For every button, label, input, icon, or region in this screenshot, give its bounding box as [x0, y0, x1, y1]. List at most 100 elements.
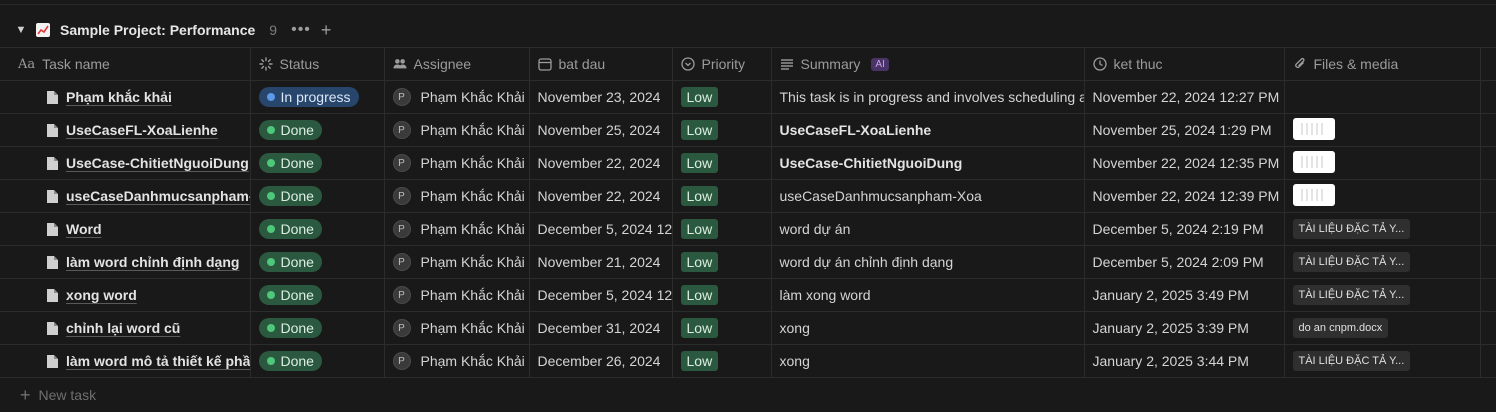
- assignee-cell[interactable]: P Phạm Khắc Khải: [384, 113, 530, 147]
- file-chip[interactable]: do an cnpm.docx: [1292, 318, 1389, 338]
- end-date-cell[interactable]: November 22, 2024 12:35 PM: [1084, 146, 1285, 180]
- files-cell[interactable]: TÀI LIỆU ĐẶC TẢ Y...: [1284, 212, 1481, 246]
- status-badge[interactable]: Done: [258, 252, 322, 272]
- column-header-bat-dau[interactable]: bat dau: [529, 47, 673, 81]
- end-date-cell[interactable]: November 22, 2024 12:27 PM: [1084, 80, 1285, 114]
- start-date-cell[interactable]: November 22, 2024: [529, 146, 673, 180]
- new-task-button[interactable]: + New task: [20, 386, 96, 404]
- start-date-cell[interactable]: November 23, 2024: [529, 80, 673, 114]
- task-name-cell[interactable]: Phạm khắc khải: [0, 80, 251, 114]
- status-cell[interactable]: Done: [250, 179, 385, 213]
- table-row[interactable]: useCaseDanhmucsanpham-X Done P Phạm Khắc Kh…: [0, 179, 1496, 213]
- task-name-cell[interactable]: Word: [0, 212, 251, 246]
- files-cell[interactable]: [1284, 179, 1481, 213]
- files-cell[interactable]: TÀI LIỆU ĐẶC TẢ Y...: [1284, 245, 1481, 279]
- summary-cell[interactable]: word dự án: [771, 212, 1085, 246]
- start-date-cell[interactable]: December 5, 2024 12:0: [529, 212, 673, 246]
- status-badge[interactable]: Done: [258, 285, 322, 305]
- task-name[interactable]: useCaseDanhmucsanpham-X: [66, 188, 249, 204]
- status-cell[interactable]: In progress: [250, 80, 385, 114]
- status-badge[interactable]: In progress: [258, 87, 359, 107]
- file-thumbnail[interactable]: [1292, 117, 1335, 140]
- table-row[interactable]: chỉnh lại word cũ Done P Phạm Khắc Khải Dece…: [0, 311, 1496, 345]
- summary-cell[interactable]: UseCaseFL-XoaLienhe: [771, 113, 1085, 147]
- status-cell[interactable]: Done: [250, 212, 385, 246]
- summary-cell[interactable]: làm xong word: [771, 278, 1085, 312]
- end-date-cell[interactable]: November 25, 2024 1:29 PM: [1084, 113, 1285, 147]
- task-name-cell[interactable]: làm word mô tả thiết kế phần: [0, 344, 251, 378]
- table-row[interactable]: UseCase-ChitietNguoiDung Done P Phạm Khắc K…: [0, 146, 1496, 180]
- summary-cell[interactable]: This task is in progress and involves sc…: [771, 80, 1085, 114]
- priority-cell[interactable]: Low: [672, 113, 772, 147]
- status-badge[interactable]: Done: [258, 318, 322, 338]
- file-chip[interactable]: TÀI LIỆU ĐẶC TẢ Y...: [1292, 252, 1411, 272]
- table-row[interactable]: làm word mô tả thiết kế phần Done P Phạm Kh…: [0, 344, 1496, 378]
- files-cell[interactable]: TÀI LIỆU ĐẶC TẢ Y...: [1284, 344, 1481, 378]
- end-date-cell[interactable]: January 2, 2025 3:39 PM: [1084, 311, 1285, 345]
- end-date-cell[interactable]: November 22, 2024 12:39 PM: [1084, 179, 1285, 213]
- assignee-cell[interactable]: P Phạm Khắc Khải: [384, 245, 530, 279]
- priority-cell[interactable]: Low: [672, 80, 772, 114]
- priority-cell[interactable]: Low: [672, 146, 772, 180]
- assignee-cell[interactable]: P Phạm Khắc Khải: [384, 179, 530, 213]
- column-header-ket-thuc[interactable]: ket thuc: [1084, 47, 1285, 81]
- task-name-cell[interactable]: UseCase-ChitietNguoiDung: [0, 146, 251, 180]
- status-cell[interactable]: Done: [250, 113, 385, 147]
- task-name[interactable]: UseCase-ChitietNguoiDung: [66, 155, 249, 171]
- end-date-cell[interactable]: January 2, 2025 3:49 PM: [1084, 278, 1285, 312]
- status-cell[interactable]: Done: [250, 311, 385, 345]
- file-chip[interactable]: TÀI LIỆU ĐẶC TẢ Y...: [1292, 351, 1411, 371]
- files-cell[interactable]: TÀI LIỆU ĐẶC TẢ Y...: [1284, 278, 1481, 312]
- file-chip[interactable]: TÀI LIỆU ĐẶC TẢ Y...: [1292, 219, 1411, 239]
- column-header-status[interactable]: Status: [250, 47, 385, 81]
- assignee-cell[interactable]: P Phạm Khắc Khải: [384, 344, 530, 378]
- start-date-cell[interactable]: December 26, 2024: [529, 344, 673, 378]
- task-name-cell[interactable]: làm word chỉnh định dạng: [0, 245, 251, 279]
- group-title[interactable]: Sample Project: Performance: [60, 22, 255, 38]
- column-header-assignee[interactable]: Assignee: [384, 47, 530, 81]
- status-badge[interactable]: Done: [258, 153, 322, 173]
- summary-cell[interactable]: word dự án chỉnh định dạng: [771, 245, 1085, 279]
- summary-cell[interactable]: xong: [771, 344, 1085, 378]
- column-header-priority[interactable]: Priority: [672, 47, 772, 81]
- file-thumbnail[interactable]: [1292, 150, 1335, 173]
- task-name[interactable]: làm word chỉnh định dạng: [66, 254, 239, 270]
- priority-cell[interactable]: Low: [672, 278, 772, 312]
- assignee-cell[interactable]: P Phạm Khắc Khải: [384, 311, 530, 345]
- add-icon[interactable]: +: [321, 21, 332, 39]
- status-badge[interactable]: Done: [258, 186, 322, 206]
- end-date-cell[interactable]: December 5, 2024 2:09 PM: [1084, 245, 1285, 279]
- start-date-cell[interactable]: December 31, 2024: [529, 311, 673, 345]
- assignee-cell[interactable]: P Phạm Khắc Khải: [384, 212, 530, 246]
- file-chip[interactable]: TÀI LIỆU ĐẶC TẢ Y...: [1292, 285, 1411, 305]
- start-date-cell[interactable]: December 5, 2024 12:0: [529, 278, 673, 312]
- task-name-cell[interactable]: UseCaseFL-XoaLienhe: [0, 113, 251, 147]
- status-badge[interactable]: Done: [258, 120, 322, 140]
- start-date-cell[interactable]: November 21, 2024: [529, 245, 673, 279]
- task-name[interactable]: Word: [66, 221, 102, 237]
- start-date-cell[interactable]: November 22, 2024: [529, 179, 673, 213]
- table-row[interactable]: xong word Done P Phạm Khắc Khải December 5, …: [0, 278, 1496, 312]
- priority-cell[interactable]: Low: [672, 311, 772, 345]
- assignee-cell[interactable]: P Phạm Khắc Khải: [384, 278, 530, 312]
- column-header-task-name[interactable]: Aa Task name: [0, 47, 251, 81]
- start-date-cell[interactable]: November 25, 2024: [529, 113, 673, 147]
- files-cell[interactable]: [1284, 113, 1481, 147]
- files-cell[interactable]: [1284, 80, 1481, 114]
- files-cell[interactable]: [1284, 146, 1481, 180]
- task-name[interactable]: xong word: [66, 287, 137, 303]
- more-options-icon[interactable]: •••: [291, 21, 311, 39]
- column-header-summary[interactable]: Summary AI: [771, 47, 1085, 81]
- collapse-toggle-icon[interactable]: ▼: [14, 24, 28, 36]
- summary-cell[interactable]: useCaseDanhmucsanpham-Xoa: [771, 179, 1085, 213]
- priority-cell[interactable]: Low: [672, 245, 772, 279]
- end-date-cell[interactable]: December 5, 2024 2:19 PM: [1084, 212, 1285, 246]
- table-row[interactable]: Phạm khắc khải In progress P Phạm Khắc Khải…: [0, 80, 1496, 114]
- status-cell[interactable]: Done: [250, 278, 385, 312]
- column-header-files[interactable]: Files & media: [1284, 47, 1481, 81]
- summary-cell[interactable]: xong: [771, 311, 1085, 345]
- priority-cell[interactable]: Low: [672, 212, 772, 246]
- task-name-cell[interactable]: xong word: [0, 278, 251, 312]
- priority-cell[interactable]: Low: [672, 179, 772, 213]
- table-row[interactable]: UseCaseFL-XoaLienhe Done P Phạm Khắc Khải No…: [0, 113, 1496, 147]
